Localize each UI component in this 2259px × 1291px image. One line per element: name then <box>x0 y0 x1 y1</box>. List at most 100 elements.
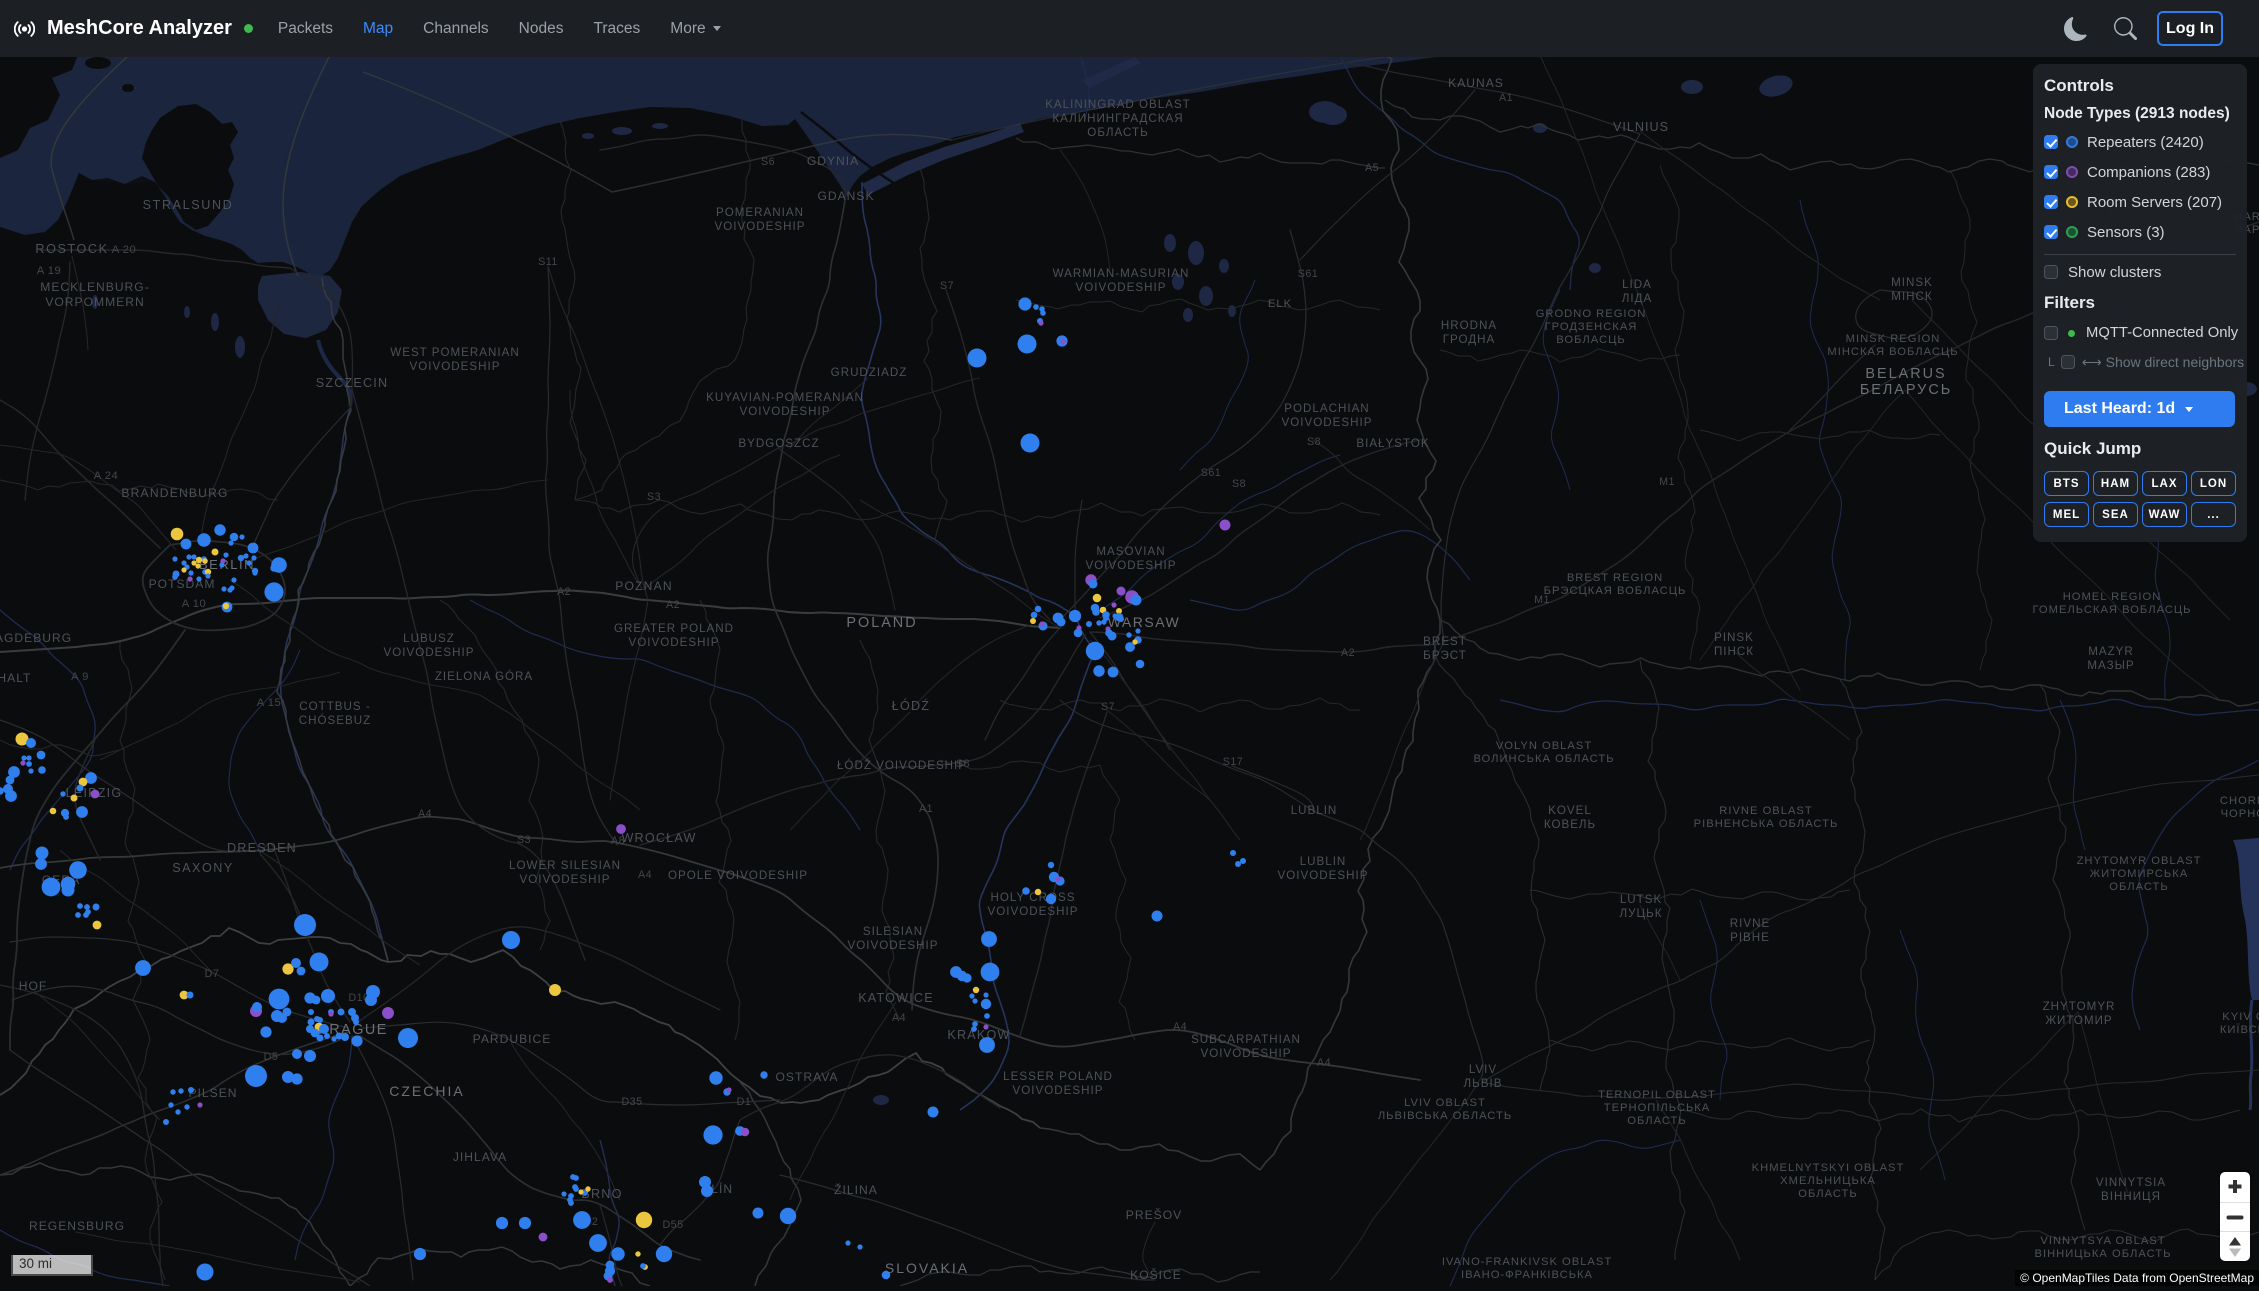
svg-text:BREST REGION: BREST REGION <box>1567 572 1663 584</box>
svg-text:S17: S17 <box>1223 756 1244 768</box>
svg-text:POTSDAM: POTSDAM <box>149 577 216 591</box>
svg-text:ХМЕЛЬНИЦЬКА: ХМЕЛЬНИЦЬКА <box>1780 1175 1876 1187</box>
svg-text:D1: D1 <box>737 1096 752 1108</box>
svg-text:D55: D55 <box>662 1219 683 1231</box>
svg-text:VOLYN OBLAST: VOLYN OBLAST <box>1496 740 1592 752</box>
svg-text:CHORNOB: CHORNOB <box>2220 795 2259 807</box>
svg-text:S3: S3 <box>647 491 661 503</box>
svg-text:MINSK: MINSK <box>1891 276 1933 289</box>
svg-text:S61: S61 <box>1201 467 1222 479</box>
svg-text:A4: A4 <box>1173 1021 1187 1033</box>
svg-text:D35: D35 <box>621 1096 642 1108</box>
svg-text:DRESDEN: DRESDEN <box>227 841 297 855</box>
svg-text:LUBLIN: LUBLIN <box>1291 804 1338 817</box>
svg-text:ŁÓDŹ VOIVODESHIP: ŁÓDŹ VOIVODESHIP <box>837 759 967 772</box>
svg-text:S6: S6 <box>761 156 775 168</box>
svg-text:MAZYR: MAZYR <box>2088 645 2134 658</box>
svg-text:ГРОДЗЕНСКАЯ: ГРОДЗЕНСКАЯ <box>1545 321 1638 333</box>
svg-text:VINNYTSYA OBLAST: VINNYTSYA OBLAST <box>2040 1235 2165 1247</box>
svg-text:ГОМЕЛЬСКАЯ ВОБЛАСЦЬ: ГОМЕЛЬСКАЯ ВОБЛАСЦЬ <box>2033 604 2192 616</box>
svg-text:A 24: A 24 <box>94 470 118 482</box>
svg-text:KHMELNYTSKYI OBLAST: KHMELNYTSKYI OBLAST <box>1752 1162 1905 1174</box>
svg-text:BRANDENBURG: BRANDENBURG <box>121 486 228 500</box>
svg-text:ЛЬВІВ: ЛЬВІВ <box>1464 1077 1503 1090</box>
svg-text:BYDGOSZCZ: BYDGOSZCZ <box>738 437 819 450</box>
svg-text:A4: A4 <box>1317 1057 1331 1069</box>
svg-text:KAUNAS: KAUNAS <box>1448 76 1504 90</box>
svg-text:GDANSK: GDANSK <box>817 189 874 203</box>
svg-text:TERNOPIL OBLAST: TERNOPIL OBLAST <box>1598 1089 1716 1101</box>
svg-text:VOIVODESHIP: VOIVODESHIP <box>1201 1047 1292 1060</box>
svg-text:LVIV OBLAST: LVIV OBLAST <box>1404 1097 1486 1109</box>
svg-text:KATOWICE: KATOWICE <box>858 991 934 1005</box>
svg-text:ŽILINA: ŽILINA <box>834 1182 878 1197</box>
svg-text:A 9: A 9 <box>71 671 89 683</box>
svg-text:POZNAN: POZNAN <box>615 579 673 593</box>
svg-text:KRAKOW: KRAKOW <box>947 1028 1010 1042</box>
svg-text:ВІННИЦЬКА ОБЛАСТЬ: ВІННИЦЬКА ОБЛАСТЬ <box>2035 1248 2172 1260</box>
svg-text:WEST POMERANIAN: WEST POMERANIAN <box>390 346 519 359</box>
svg-text:WARMIAN-MASURIAN: WARMIAN-MASURIAN <box>1053 267 1190 280</box>
svg-text:S8: S8 <box>956 758 970 770</box>
svg-text:VORPOMMERN: VORPOMMERN <box>45 295 144 309</box>
svg-text:BREST: BREST <box>1423 635 1467 648</box>
svg-text:A2: A2 <box>1341 647 1355 659</box>
svg-text:OPOLE VOIVODESHIP: OPOLE VOIVODESHIP <box>668 869 808 882</box>
svg-text:A 15: A 15 <box>257 697 281 709</box>
svg-text:VOIVODESHIP: VOIVODESHIP <box>1076 281 1167 294</box>
svg-text:РІВНЕНСЬКА ОБЛАСТЬ: РІВНЕНСЬКА ОБЛАСТЬ <box>1694 818 1839 830</box>
svg-text:KOŠICE: KOŠICE <box>1130 1267 1182 1282</box>
svg-text:VILNIUS: VILNIUS <box>1613 120 1669 134</box>
svg-text:POMERANIAN: POMERANIAN <box>716 206 804 219</box>
svg-text:ЛУЦЬК: ЛУЦЬК <box>1620 907 1663 920</box>
svg-text:БРЭСЦКАЯ ВОБЛАСЦЬ: БРЭСЦКАЯ ВОБЛАСЦЬ <box>1544 585 1687 597</box>
svg-text:SLOVAKIA: SLOVAKIA <box>885 1260 969 1276</box>
svg-text:VOIVODESHIP: VOIVODESHIP <box>740 405 831 418</box>
svg-text:MINSK REGION: MINSK REGION <box>1846 333 1941 345</box>
svg-text:GRODNO REGION: GRODNO REGION <box>1536 308 1647 320</box>
svg-text:SILESIAN: SILESIAN <box>863 925 923 938</box>
svg-text:БЕЛАРУСЬ: БЕЛАРУСЬ <box>1860 382 1952 398</box>
svg-text:ANHALT: ANHALT <box>0 671 31 685</box>
svg-text:ЛЬВІВСЬКА ОБЛАСТЬ: ЛЬВІВСЬКА ОБЛАСТЬ <box>1378 1110 1512 1122</box>
svg-text:SAXONY: SAXONY <box>172 861 234 875</box>
svg-text:LOWER SILESIAN: LOWER SILESIAN <box>509 859 621 872</box>
svg-text:A2: A2 <box>557 586 571 598</box>
svg-text:S8: S8 <box>1307 436 1321 448</box>
svg-text:VOIVODESHIP: VOIVODESHIP <box>1086 559 1177 572</box>
svg-text:A 10: A 10 <box>182 598 206 610</box>
svg-text:ZIELONA GÓRA: ZIELONA GÓRA <box>435 670 533 683</box>
svg-text:A1: A1 <box>919 803 933 815</box>
svg-text:LUBUSZ: LUBUSZ <box>403 632 455 645</box>
svg-text:ВІННИЦЯ: ВІННИЦЯ <box>2101 1190 2161 1203</box>
svg-text:VOIVODESHIP: VOIVODESHIP <box>988 905 1079 918</box>
svg-text:RIVNE: RIVNE <box>1730 917 1770 930</box>
svg-text:HOLY CROSS: HOLY CROSS <box>991 891 1076 904</box>
svg-text:ВОБЛАСЦЬ: ВОБЛАСЦЬ <box>1556 334 1625 346</box>
svg-text:МІНСКАЯ ВОБЛАСЦЬ: МІНСКАЯ ВОБЛАСЦЬ <box>1827 346 1958 358</box>
svg-text:VOIVODESHIP: VOIVODESHIP <box>410 360 501 373</box>
svg-text:PINSK: PINSK <box>1714 631 1754 644</box>
svg-text:S61: S61 <box>1298 268 1319 280</box>
svg-text:JIHLAVA: JIHLAVA <box>453 1150 507 1164</box>
svg-text:PILSEN: PILSEN <box>188 1086 237 1100</box>
svg-text:LIDA: LIDA <box>1622 278 1652 291</box>
svg-text:ІВАНО-ФРАНКІВСЬКА: ІВАНО-ФРАНКІВСЬКА <box>1461 1269 1593 1281</box>
svg-text:VOIVODESHIP: VOIVODESHIP <box>848 939 939 952</box>
svg-text:MECKLENBURG-: MECKLENBURG- <box>40 280 149 294</box>
svg-text:M1: M1 <box>1534 594 1550 606</box>
svg-text:VOIVODESHIP: VOIVODESHIP <box>1278 869 1369 882</box>
svg-text:KUYAVIAN-POMERANIAN: KUYAVIAN-POMERANIAN <box>706 391 864 404</box>
svg-text:GDYNIA: GDYNIA <box>807 154 859 168</box>
svg-text:ELK: ELK <box>1268 298 1292 310</box>
svg-text:VOIVODESHIP: VOIVODESHIP <box>1282 416 1373 429</box>
svg-text:A 19: A 19 <box>37 265 61 277</box>
svg-text:ЛІДА: ЛІДА <box>1622 292 1652 305</box>
svg-text:КАЛИНИНГРАДСКАЯ: КАЛИНИНГРАДСКАЯ <box>1052 112 1183 125</box>
svg-text:WROCŁAW: WROCŁAW <box>621 831 696 845</box>
svg-text:КИЇВСЬКА ОБ: КИЇВСЬКА ОБ <box>2220 1024 2259 1036</box>
svg-text:ЖИТОМИРСЬКА: ЖИТОМИРСЬКА <box>2090 868 2189 880</box>
svg-text:COTTBUS -: COTTBUS - <box>299 700 370 713</box>
svg-text:ВОЛИНСЬКА ОБЛАСТЬ: ВОЛИНСЬКА ОБЛАСТЬ <box>1473 753 1614 765</box>
svg-text:GRUDZIADZ: GRUDZIADZ <box>831 366 908 379</box>
